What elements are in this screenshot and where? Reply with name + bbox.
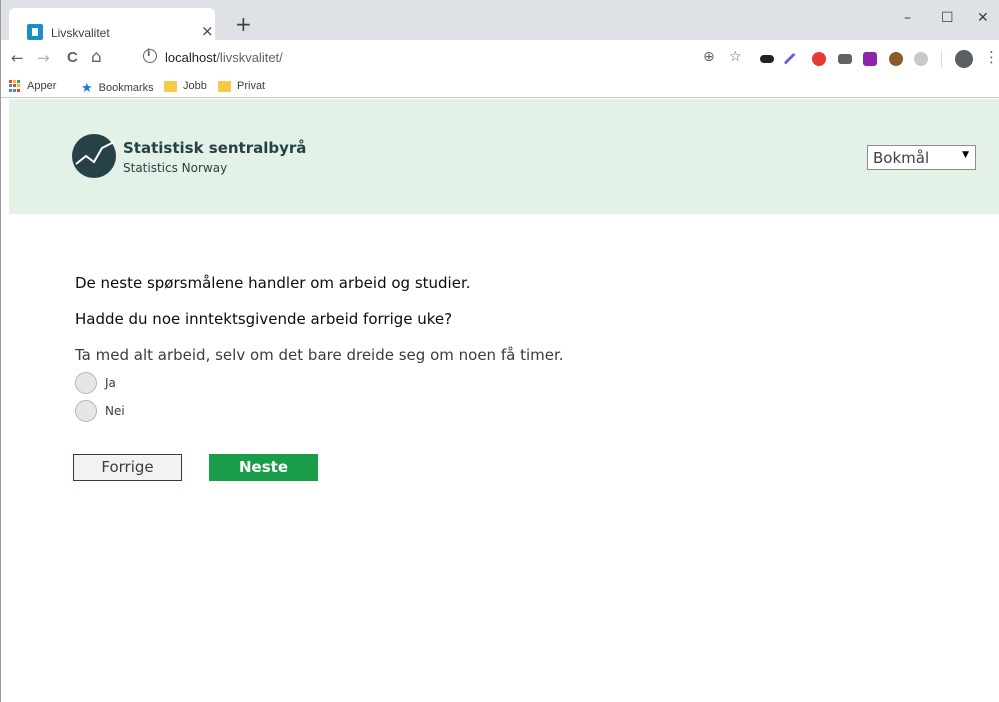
tab-livskvalitet[interactable]: Livskvalitet × — [9, 8, 215, 40]
language-select[interactable]: Bokmål ▼ — [867, 145, 976, 170]
language-selected-value: Bokmål — [873, 149, 930, 167]
logo-subtitle: Statistics Norway — [123, 161, 228, 175]
bookmark-label: Bookmarks — [98, 82, 154, 94]
zoom-icon[interactable]: ⊕ — [703, 49, 715, 65]
next-button[interactable]: Neste — [209, 454, 318, 481]
site-header: Statistisk sentralbyrå Statistics Norway… — [9, 99, 999, 214]
bookmark-label: Privat — [237, 80, 266, 92]
star-icon: ★ — [81, 80, 93, 95]
option-ja[interactable]: Ja — [75, 372, 116, 394]
section-intro: De neste spørsmålene handler om arbeid o… — [75, 274, 471, 292]
previous-button[interactable]: Forrige — [73, 454, 182, 481]
tab-strip: Livskvalitet × + – ☐ ✕ — [1, 0, 999, 40]
ssb-favicon-icon — [27, 24, 43, 40]
url-path: /livskvalitet/ — [216, 50, 283, 65]
bookmark-label: Jobb — [183, 80, 207, 92]
option-label: Nei — [105, 404, 125, 418]
maximize-icon[interactable]: ☐ — [941, 10, 954, 26]
address-bar[interactable]: localhost/livskvalitet/ — [123, 45, 683, 71]
question-text: Hadde du noe inntektsgivende arbeid forr… — [75, 310, 453, 328]
bookmark-label: Apper — [27, 80, 57, 92]
extension-cookie-icon[interactable] — [889, 52, 903, 66]
extension-adblock-icon[interactable] — [812, 52, 826, 66]
url-text[interactable]: localhost/livskvalitet/ — [165, 50, 283, 65]
browser-toolbar: ← → C ⌂ localhost/livskvalitet/ ⊕ ☆ ⋮ — [1, 40, 999, 76]
bookmark-bookmarks[interactable]: ★ Bookmarks — [81, 80, 154, 96]
logo-wave-icon — [75, 141, 115, 165]
option-label: Ja — [105, 376, 116, 390]
bookmarks-bar: Apper ★ Bookmarks Jobb Privat — [1, 76, 999, 98]
ssb-logo-icon[interactable] — [72, 134, 116, 178]
new-tab-button[interactable]: + — [235, 12, 252, 36]
bookmark-star-icon[interactable]: ☆ — [729, 49, 742, 65]
apps-icon — [9, 80, 21, 92]
bookmark-privat[interactable]: Privat — [218, 80, 265, 92]
radio-ja[interactable] — [75, 372, 97, 394]
back-icon[interactable]: ← — [11, 49, 24, 67]
home-icon[interactable]: ⌂ — [91, 47, 102, 67]
extension-reader-icon[interactable] — [863, 52, 877, 66]
close-tab-icon[interactable]: × — [201, 22, 214, 40]
toolbar-divider — [941, 50, 942, 68]
bookmark-apps[interactable]: Apper — [9, 80, 56, 92]
chevron-down-icon: ▼ — [962, 150, 969, 160]
bookmark-jobb[interactable]: Jobb — [164, 80, 207, 92]
profile-avatar[interactable] — [955, 50, 973, 68]
logo-title: Statistisk sentralbyrå — [123, 139, 307, 157]
folder-icon — [218, 80, 231, 92]
folder-icon — [164, 80, 177, 92]
browser-window: Livskvalitet × + – ☐ ✕ ← → C ⌂ localhost… — [0, 0, 999, 702]
question-help-text: Ta med alt arbeid, selv om det bare drei… — [75, 346, 564, 364]
extension-drive-icon[interactable] — [914, 52, 928, 66]
info-icon[interactable] — [143, 48, 157, 63]
extension-eyedropper-icon[interactable] — [783, 52, 797, 66]
close-window-icon[interactable]: ✕ — [977, 10, 989, 26]
tab-title: Livskvalitet — [51, 26, 110, 40]
reload-icon[interactable]: C — [67, 49, 78, 66]
extension-glasses-icon[interactable] — [760, 55, 774, 63]
minimize-icon[interactable]: – — [904, 10, 911, 26]
extension-mail-icon[interactable] — [838, 54, 852, 64]
browser-menu-icon[interactable]: ⋮ — [984, 48, 999, 66]
option-nei[interactable]: Nei — [75, 400, 125, 422]
url-host: localhost — [165, 50, 217, 65]
radio-nei[interactable] — [75, 400, 97, 422]
forward-icon[interactable]: → — [37, 49, 50, 67]
